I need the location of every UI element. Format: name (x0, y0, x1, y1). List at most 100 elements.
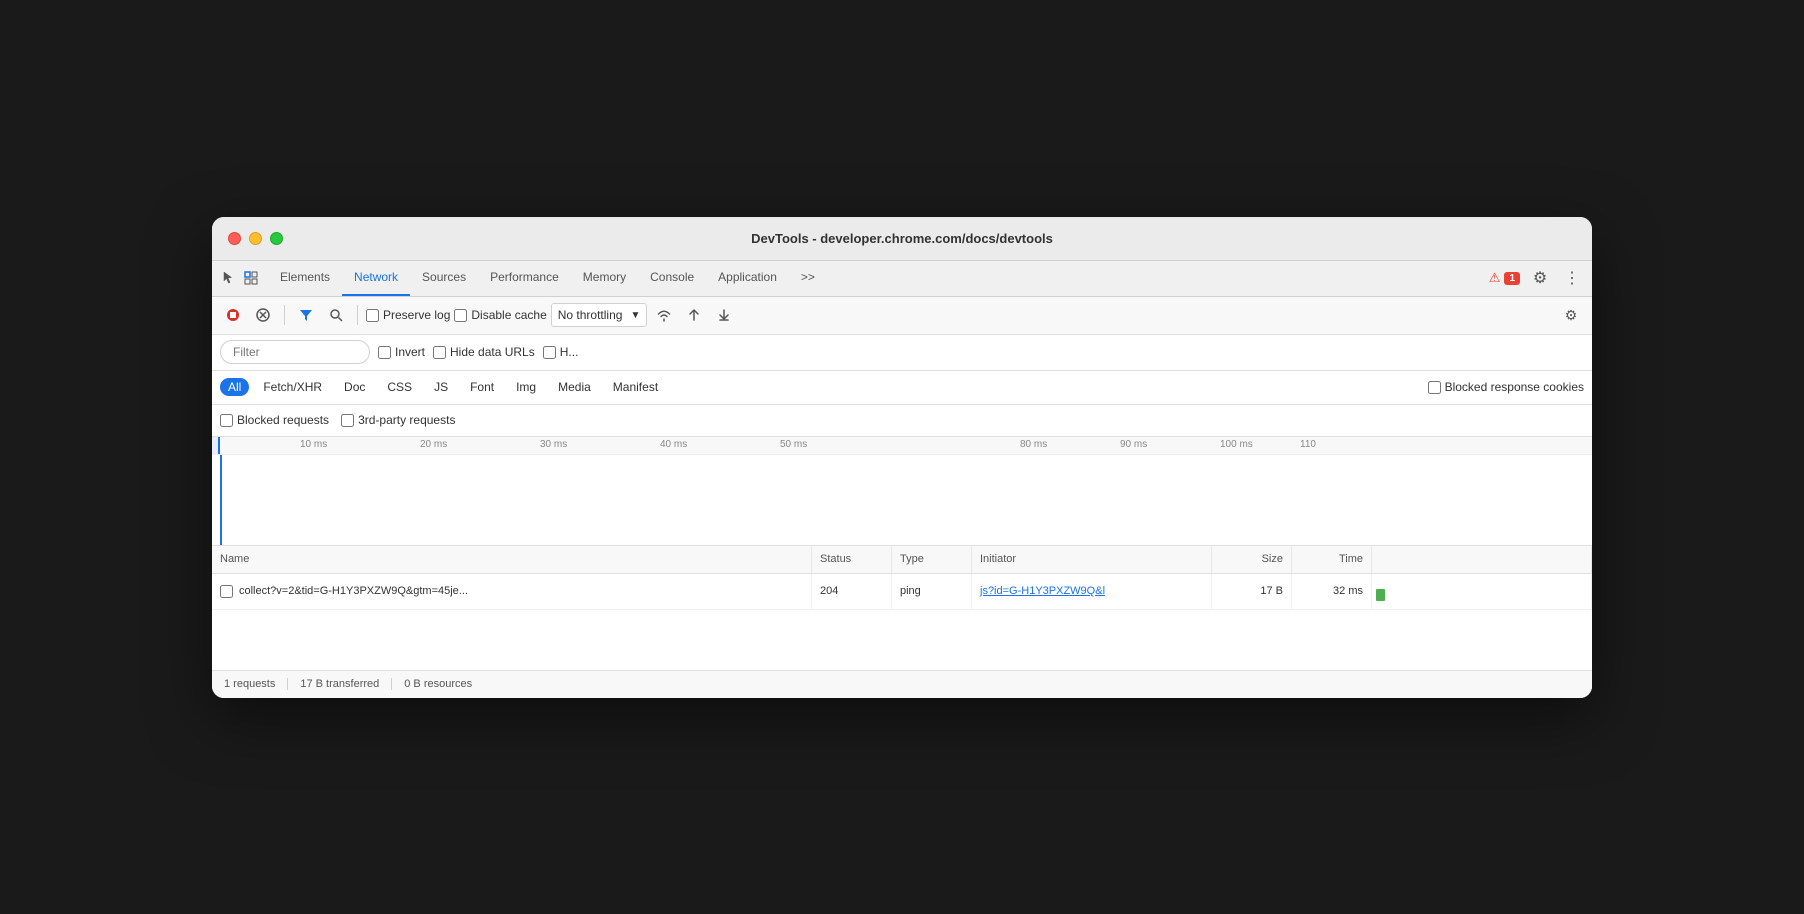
blocked-response-cookies-checkbox[interactable] (1428, 381, 1441, 394)
ruler-40ms: 40 ms (660, 439, 687, 450)
hide-data-urls-checkbox[interactable] (433, 346, 446, 359)
preserve-log-label[interactable]: Preserve log (366, 308, 450, 322)
row-checkbox[interactable] (220, 585, 233, 598)
tab-performance[interactable]: Performance (478, 261, 571, 296)
disable-cache-label[interactable]: Disable cache (454, 308, 546, 322)
toolbar-separator-1 (284, 305, 285, 325)
type-btn-media[interactable]: Media (550, 378, 599, 396)
tab-network[interactable]: Network (342, 261, 410, 296)
invert-label[interactable]: Invert (378, 345, 425, 359)
empty-space (212, 610, 1592, 670)
tab-bar-right: ⚠ 1 ⚙ ⋮ (1489, 266, 1584, 290)
tab-memory[interactable]: Memory (571, 261, 638, 296)
preserve-log-checkbox[interactable] (366, 309, 379, 322)
hide-extra-label[interactable]: H... (543, 345, 579, 359)
filter-button[interactable] (293, 302, 319, 328)
col-header-type[interactable]: Type (892, 546, 972, 573)
devtools-window: DevTools - developer.chrome.com/docs/dev… (212, 217, 1592, 698)
clear-button[interactable] (250, 302, 276, 328)
search-button[interactable] (323, 302, 349, 328)
tab-bar: Elements Network Sources Performance Mem… (212, 261, 1592, 297)
cell-time: 32 ms (1292, 574, 1372, 609)
status-requests: 1 requests (224, 678, 288, 690)
col-header-name[interactable]: Name (212, 546, 812, 573)
more-options-icon[interactable]: ⋮ (1560, 266, 1584, 290)
download-icon[interactable] (711, 302, 737, 328)
hide-extra-checkbox[interactable] (543, 346, 556, 359)
error-badge-area[interactable]: ⚠ 1 (1489, 270, 1520, 286)
minimize-button[interactable] (249, 232, 262, 245)
cell-type: ping (892, 574, 972, 609)
cursor-icon[interactable] (220, 269, 238, 287)
tab-application[interactable]: Application (706, 261, 789, 296)
ruler-20ms: 20 ms (420, 439, 447, 450)
table-row[interactable]: collect?v=2&tid=G-H1Y3PXZW9Q&gtm=45je...… (212, 574, 1592, 610)
type-btn-doc[interactable]: Doc (336, 378, 373, 396)
table-header: Name Status Type Initiator Size Time (212, 546, 1592, 574)
hide-data-urls-label[interactable]: Hide data URLs (433, 345, 535, 359)
upload-icon[interactable] (681, 302, 707, 328)
type-buttons-row: All Fetch/XHR Doc CSS JS Font Img Media … (212, 371, 1592, 405)
type-btn-manifest[interactable]: Manifest (605, 378, 666, 396)
disable-cache-checkbox[interactable] (454, 309, 467, 322)
tab-console[interactable]: Console (638, 261, 706, 296)
tab-bar-left-icons (220, 269, 260, 287)
settings-icon[interactable]: ⚙ (1528, 266, 1552, 290)
col-header-size[interactable]: Size (1212, 546, 1292, 573)
filter-input[interactable] (220, 340, 370, 364)
ruler-10ms: 10 ms (300, 439, 327, 450)
col-header-time[interactable]: Time (1292, 546, 1372, 573)
record-stop-button[interactable] (220, 302, 246, 328)
options-bar: Blocked requests 3rd-party requests (212, 405, 1592, 437)
ruler-50ms: 50 ms (780, 439, 807, 450)
throttle-select[interactable]: No throttling ▼ (551, 303, 648, 327)
type-btn-img[interactable]: Img (508, 378, 544, 396)
toolbar-separator-2 (357, 305, 358, 325)
close-button[interactable] (228, 232, 241, 245)
col-header-status[interactable]: Status (812, 546, 892, 573)
blocked-requests-checkbox[interactable] (220, 414, 233, 427)
type-btn-font[interactable]: Font (462, 378, 502, 396)
ruler-90ms: 90 ms (1120, 439, 1147, 450)
timeline-marker-line (220, 455, 222, 545)
chart-area (212, 455, 1592, 545)
third-party-requests-checkbox[interactable] (341, 414, 354, 427)
filter-bar: Invert Hide data URLs H... (212, 335, 1592, 371)
tab-more[interactable]: >> (789, 261, 827, 296)
ruler-30ms: 30 ms (540, 439, 567, 450)
maximize-button[interactable] (270, 232, 283, 245)
inspect-icon[interactable] (242, 269, 260, 287)
timeline-area: 10 ms 20 ms 30 ms 40 ms 50 ms 80 ms 90 m… (212, 437, 1592, 546)
titlebar: DevTools - developer.chrome.com/docs/dev… (212, 217, 1592, 261)
type-btn-fetchxhr[interactable]: Fetch/XHR (255, 378, 330, 396)
cell-size: 17 B (1212, 574, 1292, 609)
type-btn-all[interactable]: All (220, 378, 249, 396)
ruler-110ms: 110 (1300, 439, 1316, 450)
cell-waterfall (1372, 574, 1592, 609)
cell-status: 204 (812, 574, 892, 609)
window-title: DevTools - developer.chrome.com/docs/dev… (751, 231, 1053, 246)
col-header-waterfall[interactable] (1372, 546, 1592, 573)
tabs: Elements Network Sources Performance Mem… (268, 261, 1489, 296)
timeline-ruler: 10 ms 20 ms 30 ms 40 ms 50 ms 80 ms 90 m… (212, 437, 1592, 455)
status-resources: 0 B resources (392, 678, 484, 690)
throttle-dropdown-arrow: ▼ (630, 310, 640, 321)
blocked-response-cookies-label[interactable]: Blocked response cookies (1428, 380, 1584, 394)
invert-checkbox[interactable] (378, 346, 391, 359)
type-btn-js[interactable]: JS (426, 378, 456, 396)
ruler-100ms: 100 ms (1220, 439, 1253, 450)
wifi-icon[interactable] (651, 302, 677, 328)
type-btn-css[interactable]: CSS (379, 378, 420, 396)
cell-initiator[interactable]: js?id=G-H1Y3PXZW9Q&l (972, 574, 1212, 609)
blocked-requests-label[interactable]: Blocked requests (220, 413, 329, 427)
error-badge: 1 (1504, 272, 1520, 285)
waterfall-bar (1376, 589, 1385, 601)
tab-sources[interactable]: Sources (410, 261, 478, 296)
network-toolbar: Preserve log Disable cache No throttling… (212, 297, 1592, 335)
status-bar: 1 requests 17 B transferred 0 B resource… (212, 670, 1592, 698)
col-header-initiator[interactable]: Initiator (972, 546, 1212, 573)
third-party-requests-label[interactable]: 3rd-party requests (341, 413, 455, 427)
cell-name: collect?v=2&tid=G-H1Y3PXZW9Q&gtm=45je... (212, 574, 812, 609)
tab-elements[interactable]: Elements (268, 261, 342, 296)
network-settings-icon[interactable]: ⚙ (1558, 302, 1584, 328)
